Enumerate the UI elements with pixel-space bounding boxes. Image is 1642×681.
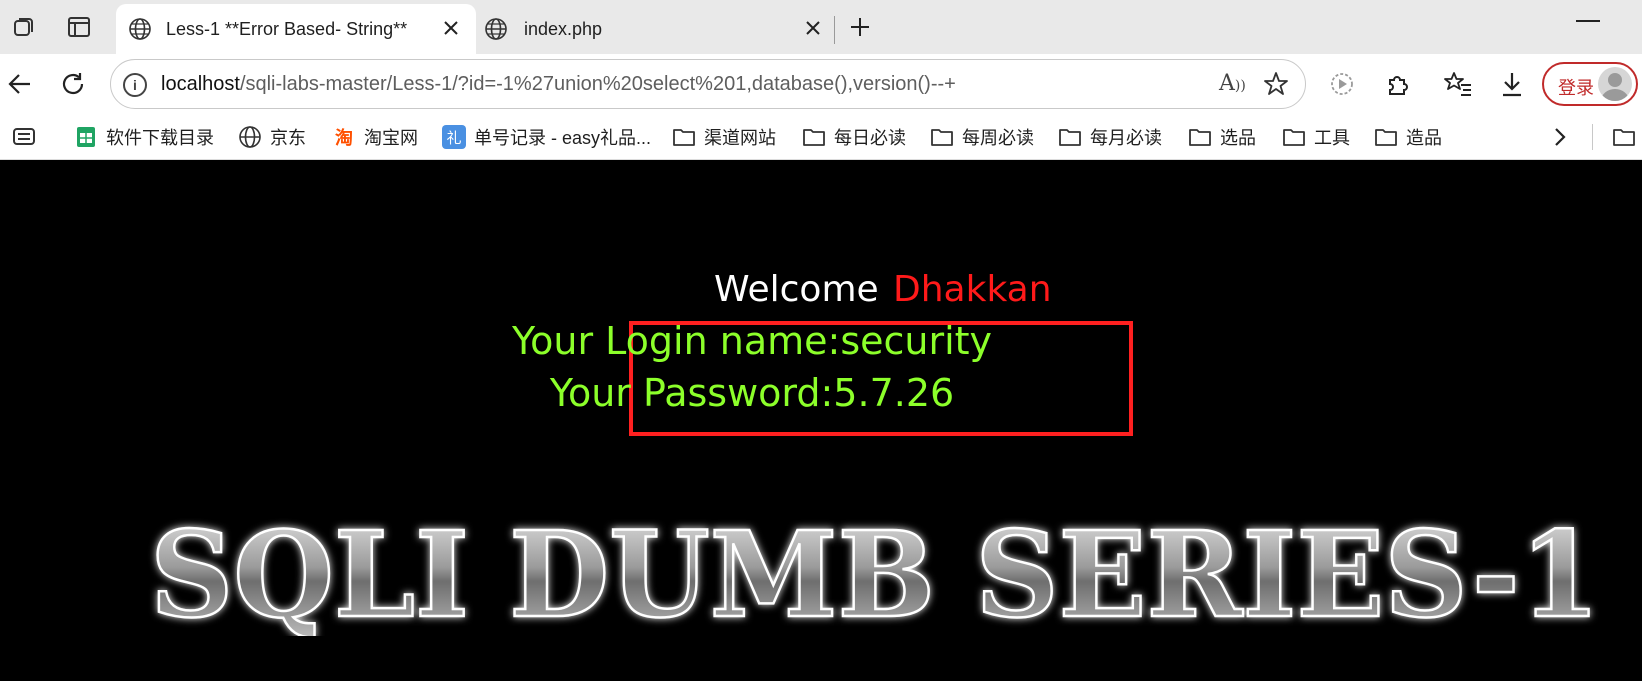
tab-title: Less-1 **Error Based- String**: [166, 19, 408, 39]
bookmark-label: 每月必读: [1090, 128, 1162, 148]
folder-icon: [1058, 125, 1082, 149]
bookmark-folder-channels[interactable]: 渠道网站: [672, 122, 776, 152]
read-aloud-icon[interactable]: A)): [1219, 71, 1246, 96]
tab-actions-icon[interactable]: [12, 122, 38, 152]
folder-icon: [930, 125, 954, 149]
more-bookmarks-chevron-icon[interactable]: [1550, 122, 1570, 152]
bookmark-label: 单号记录 - easy礼品...: [474, 128, 652, 148]
globe-icon: [238, 125, 262, 149]
bookmark-folder-tools[interactable]: 工具: [1282, 122, 1350, 152]
bookmark-tracking[interactable]: 礼 单号记录 - easy礼品...: [442, 122, 651, 152]
folder-icon: [672, 125, 696, 149]
login-label: 登录: [1558, 78, 1594, 98]
bookmark-label: 软件下载目录: [106, 128, 214, 148]
downloads-icon[interactable]: [1496, 68, 1528, 100]
tab-strip: Less-1 **Error Based- String** index.php: [0, 0, 1642, 54]
refresh-icon[interactable]: [57, 68, 89, 100]
collections-icon[interactable]: [1442, 68, 1474, 100]
folder-icon: [802, 125, 826, 149]
gift-icon: 礼: [442, 125, 466, 149]
bookmark-taobao[interactable]: 淘 淘宝网: [332, 122, 418, 152]
login-name-result: Your Login name:security: [511, 319, 993, 363]
tab-index-php[interactable]: index.php: [480, 4, 832, 54]
tab-less-1[interactable]: Less-1 **Error Based- String**: [116, 4, 476, 54]
tab-divider: [834, 16, 835, 44]
welcome-text: Welcome: [714, 269, 879, 310]
bookmarks-bar: 软件下载目录 京东 淘 淘宝网 礼 单号记录 - easy礼品... 渠道网站 …: [0, 114, 1642, 160]
new-tab-icon[interactable]: [845, 12, 875, 42]
sqli-dumb-series-banner: SQLI DUMB SERIES-1: [149, 516, 1602, 636]
password-result: Your Password:5.7.26: [549, 371, 955, 415]
site-info-icon[interactable]: i: [123, 73, 147, 97]
bookmark-folder-selection[interactable]: 选品: [1188, 122, 1256, 152]
bookmark-label: 工具: [1314, 128, 1350, 148]
minimize-icon[interactable]: [1576, 20, 1600, 22]
folder-icon: [1374, 125, 1398, 149]
bookmark-label: 渠道网站: [704, 128, 776, 148]
page-content: Welcome Dhakkan Your Login name:security…: [0, 161, 1642, 681]
bookmark-folder-make[interactable]: 造品: [1374, 122, 1442, 152]
url-path: /sqli-labs-master/Less-1/?id=-1%27union%…: [239, 73, 956, 95]
bookmarks-divider: [1592, 124, 1593, 150]
bookmark-label: 京东: [270, 128, 306, 148]
navigation-bar: i localhost/sqli-labs-master/Less-1/?id=…: [0, 54, 1642, 114]
back-icon[interactable]: [4, 68, 36, 100]
close-tab-icon[interactable]: [802, 17, 824, 44]
welcome-user-name: Dhakkan: [893, 269, 1052, 310]
other-favorites-folder-icon[interactable]: [1612, 122, 1636, 152]
folder-icon: [1188, 125, 1212, 149]
vertical-tabs-icon[interactable]: [64, 12, 94, 42]
extensions-icon[interactable]: [1382, 68, 1414, 100]
bookmark-label: 每日必读: [834, 128, 906, 148]
banner-text: SQLI DUMB SERIES-1: [150, 516, 1600, 636]
bookmark-software-dir[interactable]: 软件下载目录: [74, 122, 214, 152]
close-tab-icon[interactable]: [440, 17, 462, 44]
address-bar[interactable]: i localhost/sqli-labs-master/Less-1/?id=…: [110, 59, 1306, 109]
workspaces-icon[interactable]: [10, 12, 40, 42]
bookmark-label: 选品: [1220, 128, 1256, 148]
bookmark-folder-monthly[interactable]: 每月必读: [1058, 122, 1162, 152]
profile-login-button[interactable]: 登录: [1542, 62, 1638, 106]
bookmark-folder-daily[interactable]: 每日必读: [802, 122, 906, 152]
bookmark-label: 淘宝网: [364, 128, 418, 148]
bookmark-label: 造品: [1406, 128, 1442, 148]
globe-icon: [128, 17, 152, 46]
bookmark-jd[interactable]: 京东: [238, 122, 306, 152]
url-host: localhost: [161, 73, 240, 95]
folder-icon: [1282, 125, 1306, 149]
bookmark-label: 每周必读: [962, 128, 1034, 148]
media-play-icon[interactable]: [1326, 68, 1358, 100]
url-text[interactable]: localhost/sqli-labs-master/Less-1/?id=-1…: [161, 73, 956, 96]
bookmark-folder-weekly[interactable]: 每周必读: [930, 122, 1034, 152]
taobao-icon: 淘: [335, 128, 353, 148]
tab-title: index.php: [524, 19, 603, 39]
sheet-icon: [74, 125, 98, 149]
avatar-icon: [1598, 67, 1632, 101]
favorite-star-icon[interactable]: [1263, 71, 1289, 102]
globe-icon: [484, 17, 508, 46]
